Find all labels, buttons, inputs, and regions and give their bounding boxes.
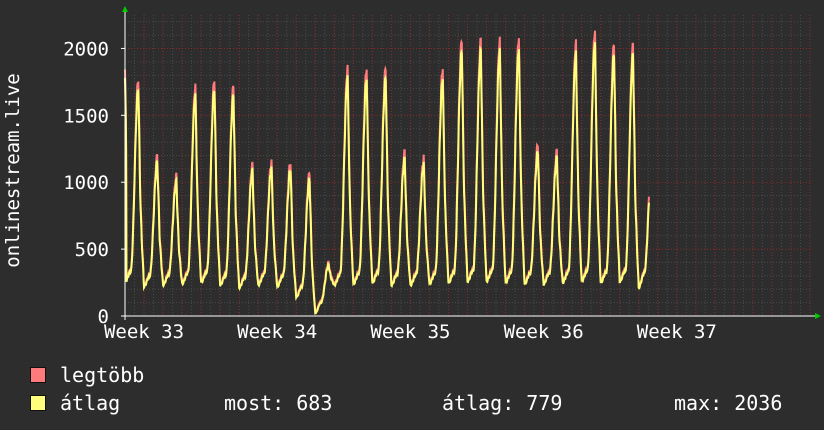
x-tick-label: Week 36: [504, 321, 584, 343]
y-tick-label: 1500: [63, 105, 109, 127]
stat-now: most: 683: [224, 391, 333, 415]
legend-label-max: legtöbb: [60, 363, 145, 387]
legend-label-avg: átlag: [60, 391, 121, 415]
stat-average: átlag: 779: [442, 391, 563, 415]
legend-item-avg: átlag: [30, 391, 120, 415]
x-tick-label: Week 34: [237, 321, 317, 343]
y-tick-label: 1000: [63, 172, 109, 194]
x-tick-label: Week 35: [370, 321, 450, 343]
series-line-atlag: [124, 42, 650, 315]
y-axis-title: onlinestream.live: [2, 73, 24, 267]
y-tick-label: 500: [75, 239, 109, 261]
legend-item-max: legtöbb: [30, 363, 144, 387]
y-axis-arrow: [122, 6, 128, 12]
stat-max: max: 2036: [674, 391, 783, 415]
x-tick-label: Week 33: [104, 321, 184, 343]
legend-swatch-avg: [30, 395, 46, 411]
y-tick-label: 2000: [63, 38, 109, 60]
x-axis-arrow: [815, 313, 821, 319]
x-tick-label: Week 37: [637, 321, 717, 343]
legend-swatch-max: [30, 367, 46, 383]
